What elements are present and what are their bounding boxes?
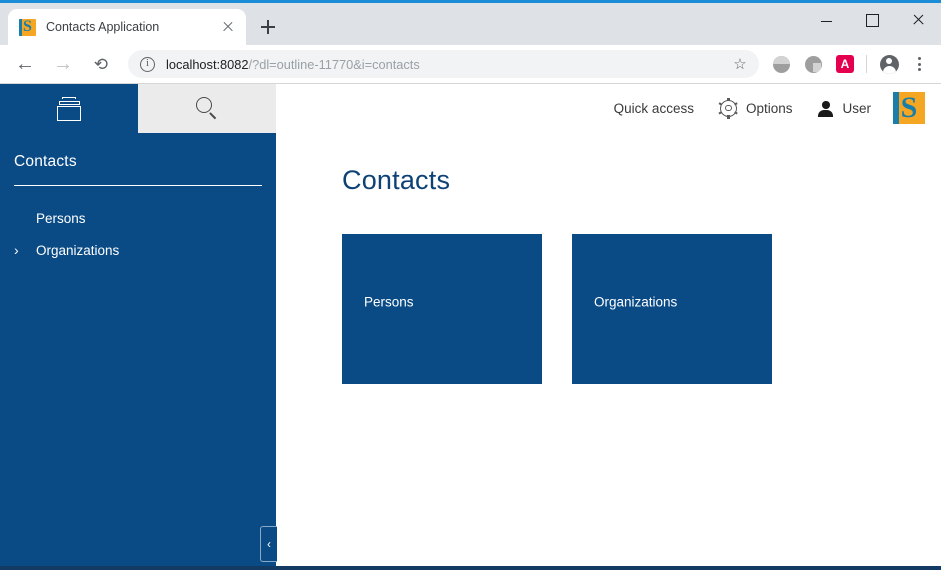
close-window-button[interactable]: [895, 3, 941, 35]
options-button[interactable]: Options: [719, 97, 793, 119]
browser-window: S Contacts Application ← → ⟳ localhost:8…: [0, 0, 941, 570]
tile-grid: Persons Organizations: [342, 234, 941, 384]
tab-strip: S Contacts Application: [0, 3, 941, 45]
sidebar-nav: › Persons › Organizations: [0, 186, 276, 266]
content-area: Contacts Persons Organizations: [276, 133, 941, 570]
extension-icon-3[interactable]: A: [832, 51, 858, 77]
arrow-left-icon: ←: [15, 53, 35, 75]
sidebar-title: Contacts: [14, 153, 77, 170]
favicon-letter: S: [23, 18, 32, 35]
sidebar-item-organizations[interactable]: › Organizations: [0, 234, 276, 266]
app-logo[interactable]: S: [893, 92, 925, 124]
quick-access-button[interactable]: Quick access: [614, 101, 694, 116]
app-logo-letter: S: [900, 92, 918, 124]
quick-access-label: Quick access: [613, 100, 694, 116]
sidebar-item-persons[interactable]: › Persons: [0, 202, 276, 234]
browser-menu-icon[interactable]: [906, 51, 932, 77]
sidebar-item-label: Persons: [36, 210, 86, 226]
maximize-button[interactable]: [849, 3, 895, 35]
page-title: Contacts: [342, 165, 451, 195]
back-button[interactable]: ←: [9, 48, 41, 80]
extension-icon-1[interactable]: [768, 51, 794, 77]
address-bar[interactable]: localhost:8082/?dl=outline-11770&i=conta…: [128, 50, 759, 78]
sidebar-item-label: Organizations: [36, 242, 120, 258]
user-menu-button[interactable]: User: [818, 100, 871, 117]
tab-title: Contacts Application: [46, 20, 160, 34]
minimize-button[interactable]: [803, 3, 849, 35]
main-area: Quick access Options User S Contacts Per…: [276, 84, 941, 570]
browser-toolbar: ← → ⟳ localhost:8082/?dl=outline-11770&i…: [0, 45, 941, 84]
person-icon: [818, 100, 834, 117]
forward-button[interactable]: →: [47, 48, 79, 80]
tile-persons[interactable]: Persons: [342, 234, 542, 384]
favicon-icon: S: [19, 18, 36, 36]
tile-organizations[interactable]: Organizations: [572, 234, 772, 384]
reload-icon: ⟳: [93, 54, 109, 74]
arrow-right-icon: →: [53, 53, 73, 75]
url-text: localhost:8082/?dl=outline-11770&i=conta…: [166, 57, 727, 72]
reload-button[interactable]: ⟳: [85, 48, 117, 80]
site-info-icon[interactable]: [140, 56, 155, 72]
sidebar-collapse-button[interactable]: ‹: [260, 526, 277, 562]
gear-icon: [719, 97, 737, 119]
url-path: /?dl=outline-11770&i=contacts: [248, 56, 420, 72]
new-tab-button[interactable]: [254, 13, 282, 41]
window-bottom-bar: [0, 566, 941, 570]
close-icon[interactable]: [219, 18, 237, 36]
tile-label: Organizations: [594, 294, 678, 309]
sidebar-tab-archive[interactable]: [0, 84, 138, 133]
window-controls: [803, 3, 941, 45]
url-host: localhost:8082: [166, 56, 249, 72]
user-label: User: [842, 100, 871, 116]
archive-box-icon: [56, 96, 82, 121]
sidebar-tabs: [0, 84, 276, 133]
extension-badge-letter: A: [836, 55, 854, 73]
chevron-right-icon[interactable]: ›: [14, 243, 36, 257]
app-viewport: Contacts › Persons › Organizations ‹ Qui…: [0, 84, 941, 570]
options-label: Options: [745, 100, 793, 116]
bookmark-star-icon[interactable]: ☆: [727, 51, 753, 77]
sidebar-tab-search[interactable]: [138, 84, 276, 133]
toolbar-divider: [866, 55, 867, 73]
profile-avatar-icon[interactable]: [876, 51, 902, 77]
sidebar: Contacts › Persons › Organizations ‹: [0, 84, 277, 570]
browser-tab-contacts-application[interactable]: S Contacts Application: [8, 9, 246, 45]
search-icon: [194, 96, 220, 122]
app-header: Quick access Options User S: [276, 84, 941, 133]
extension-icon-2[interactable]: [800, 51, 826, 77]
tile-label: Persons: [364, 294, 414, 309]
